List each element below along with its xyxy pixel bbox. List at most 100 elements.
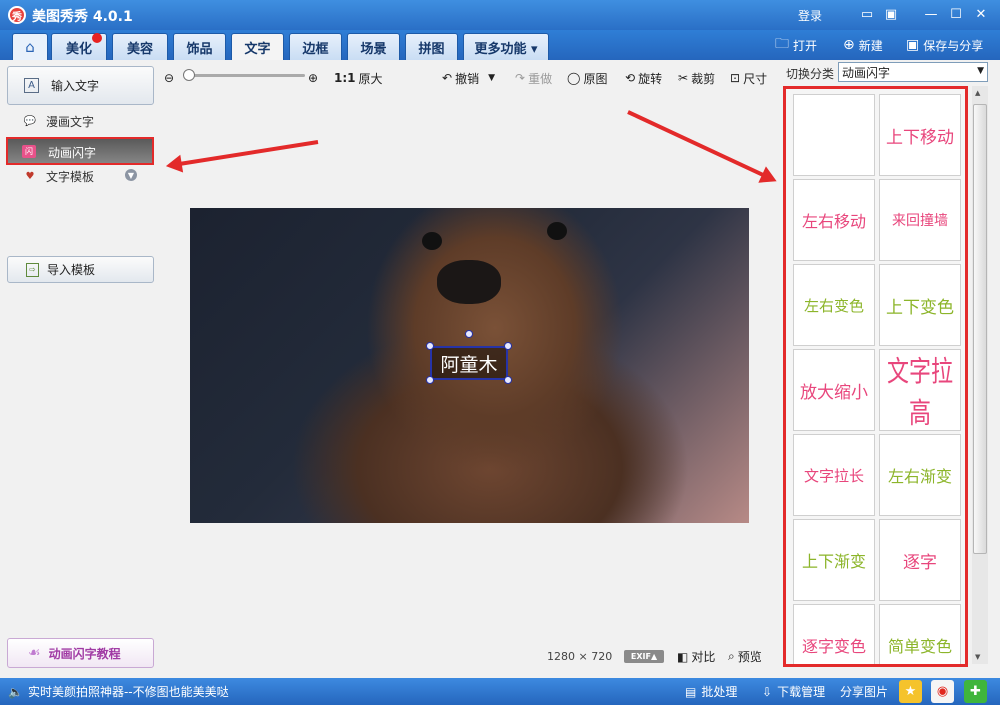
resize-handle[interactable] xyxy=(504,376,512,384)
resize-handle[interactable] xyxy=(426,376,434,384)
scroll-up-icon[interactable]: ▲ xyxy=(975,89,980,97)
minimize-icon[interactable]: — xyxy=(920,4,942,24)
compare-label: 对比 xyxy=(691,650,716,664)
zoom-in-icon[interactable]: ⊕ xyxy=(308,69,318,87)
weibo-icon[interactable]: ◉ xyxy=(931,680,954,703)
rotate-handle[interactable] xyxy=(465,330,473,338)
resize-handle[interactable] xyxy=(504,342,512,350)
dog-eye xyxy=(422,232,442,250)
tab-label: 饰品 xyxy=(186,41,213,57)
tab-label: 拼图 xyxy=(418,41,445,57)
scroll-down-icon[interactable]: ▼ xyxy=(975,653,980,661)
effect-cell[interactable]: 逐字 xyxy=(879,519,961,601)
add-icon[interactable]: ✚ xyxy=(964,680,987,703)
effect-cell[interactable]: 上下变色 xyxy=(879,264,961,346)
new-button[interactable]: ⊕ 新建 xyxy=(843,35,883,55)
effect-cell[interactable]: 文字拉长 xyxy=(793,434,875,516)
effect-cell[interactable]: 左右变色 xyxy=(793,264,875,346)
close-icon[interactable]: ✕ xyxy=(970,4,992,24)
effect-cell[interactable] xyxy=(793,94,875,176)
crop-button[interactable]: ✂ 裁剪 xyxy=(678,69,715,87)
effect-cell[interactable]: 上下移动 xyxy=(879,94,961,176)
original-size-label: 原大 xyxy=(358,71,383,86)
preview-button[interactable]: ⌕ 预览 xyxy=(728,648,762,665)
login-link[interactable]: 登录 xyxy=(798,7,822,24)
redo-button[interactable]: ↷ 重做 xyxy=(515,69,552,87)
text-overlay[interactable]: 阿童木 xyxy=(430,346,508,380)
size-label: 尺寸 xyxy=(743,71,768,86)
effect-cell[interactable]: 上下渐变 xyxy=(793,519,875,601)
tab-beautify[interactable]: 美化 xyxy=(51,33,107,60)
app-title: 美图秀秀 4.0.1 xyxy=(32,9,133,25)
compare-icon: ◧ xyxy=(677,649,689,664)
undo-button[interactable]: ↶ 撤销 ▼ xyxy=(442,69,495,87)
compare-button[interactable]: ◧ 对比 xyxy=(677,648,715,665)
import-template-label: 导入模板 xyxy=(47,263,96,277)
switch-category-label: 切换分类 xyxy=(786,67,835,81)
chevron-down-icon[interactable]: ▼ xyxy=(125,169,137,181)
actual-size-button[interactable]: 1:1 原大 xyxy=(334,69,383,87)
effect-cell[interactable]: 文字拉高 xyxy=(879,349,961,431)
effect-cell[interactable]: 左右移动 xyxy=(793,179,875,261)
undo-icon: ↶ xyxy=(442,71,453,85)
batch-button[interactable]: ▤ 批处理 xyxy=(685,683,737,700)
menu-item-comic-text[interactable]: 💬 漫画文字 xyxy=(22,111,94,131)
tab-border[interactable]: 边框 xyxy=(289,33,342,60)
download-manager-button[interactable]: ⇩ 下载管理 xyxy=(762,683,825,700)
tutorial-label: 动画闪字教程 xyxy=(48,646,121,661)
tab-more-features[interactable]: 更多功能 ▾ xyxy=(463,33,549,60)
tab-beauty[interactable]: 美容 xyxy=(112,33,168,60)
animated-text-icon: 闪 xyxy=(22,145,36,158)
download-label: 下载管理 xyxy=(777,685,826,699)
import-template-button[interactable]: ⇨ 导入模板 xyxy=(7,256,154,283)
rotate-button[interactable]: ⟲ 旋转 xyxy=(625,69,662,87)
open-button[interactable]: 🗀 打开 xyxy=(775,35,817,55)
plus-circle-icon: ⊕ xyxy=(843,37,855,53)
zoom-slider-knob[interactable] xyxy=(183,69,195,81)
tab-scene[interactable]: 场景 xyxy=(347,33,400,60)
input-text-button[interactable]: A 输入文字 xyxy=(7,66,154,105)
tab-text[interactable]: 文字 xyxy=(231,33,284,61)
skin-icon[interactable]: ▣ xyxy=(880,4,902,24)
chevron-down-icon[interactable]: ▼ xyxy=(488,73,495,83)
effect-label: 简单变色 xyxy=(887,637,952,656)
exif-button[interactable]: EXIF▲ xyxy=(624,650,664,663)
maximize-icon[interactable]: ☐ xyxy=(945,4,967,24)
zoom-out-icon[interactable]: ⊖ xyxy=(164,69,174,87)
tagline[interactable]: 🔈 实时美颜拍照神器--不修图也能美美哒 xyxy=(8,683,229,700)
size-button[interactable]: ⊡ 尺寸 xyxy=(730,69,767,87)
effect-cell[interactable]: 逐字变色 xyxy=(793,604,875,664)
rotate-label: 旋转 xyxy=(638,71,663,86)
share-image-button[interactable]: 分享图片 xyxy=(840,683,888,700)
tab-label: 边框 xyxy=(302,41,329,57)
feedback-icon[interactable]: ▭ xyxy=(856,4,878,24)
tutorial-button[interactable]: ☙ 动画闪字教程 xyxy=(7,638,154,668)
effect-label: 上下移动 xyxy=(886,127,954,148)
scroll-thumb[interactable] xyxy=(973,104,987,554)
star-icon[interactable]: ★ xyxy=(899,680,922,703)
effect-cell[interactable]: 简单变色 xyxy=(879,604,961,664)
open-label: 打开 xyxy=(793,38,818,53)
tab-accessories[interactable]: 饰品 xyxy=(173,33,226,60)
main-area: A 输入文字 💬 漫画文字 闪 动画闪字 ♥ 文字模板 ▼ ⇨ 导入模板 ☙ 动… xyxy=(0,60,1000,678)
input-text-label: 输入文字 xyxy=(51,79,100,93)
home-tab[interactable]: ⌂ xyxy=(12,33,48,60)
category-value: 动画闪字 xyxy=(842,65,891,80)
effects-scrollbar[interactable]: ▲ ▼ xyxy=(972,86,988,664)
category-select[interactable]: 动画闪字 ▼ xyxy=(838,62,988,82)
preview-label: 预览 xyxy=(737,650,762,664)
speech-bubble-icon: 💬 xyxy=(23,115,37,127)
effect-cell[interactable]: 放大缩小 xyxy=(793,349,875,431)
menu-item-text-template[interactable]: ♥ 文字模板 xyxy=(22,166,95,186)
edit-toolbar: ⊖ ⊕ 1:1 原大 ↶ 撤销 ▼ ↷ 重做 ◯ 原图 ⟲ 旋转 ✂ 裁剪 ⊡ … xyxy=(160,60,775,94)
original-button[interactable]: ◯ 原图 xyxy=(567,69,607,87)
effect-cell[interactable]: 左右渐变 xyxy=(879,434,961,516)
tab-collage[interactable]: 拼图 xyxy=(405,33,458,60)
image-dimensions: 1280 × 720 xyxy=(547,650,613,663)
menu-item-animated-text[interactable]: 闪 动画闪字 xyxy=(6,137,154,165)
zoom-slider[interactable] xyxy=(185,74,305,77)
resize-handle[interactable] xyxy=(426,342,434,350)
save-share-button[interactable]: ▣ 保存与分享 xyxy=(906,35,983,55)
effect-cell[interactable]: 来回撞墙 xyxy=(879,179,961,261)
app-logo-icon: 秀 xyxy=(8,6,26,24)
